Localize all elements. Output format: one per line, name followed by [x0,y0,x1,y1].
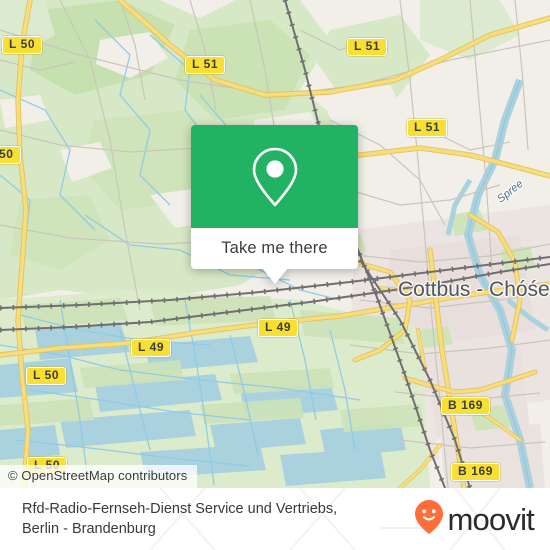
shield-l50-topleft: L 50 [2,36,43,54]
city-label-cottbus: Cottbus - Chóśeb [398,278,550,301]
shield-l51-top: L 51 [185,56,226,74]
shield-l49-left: L 49 [131,339,172,357]
popup-pointer-tail [261,268,288,284]
moovit-pin-smiley-icon [414,499,444,540]
venue-title: Rfd-Radio-Fernseh-Dienst Service und Ver… [22,499,337,539]
shield-l51-right: L 51 [407,119,448,137]
shield-b169-right: B 169 [441,397,491,415]
shield-l49-center: L 49 [258,319,299,337]
take-me-there-button[interactable]: Take me there [191,228,358,269]
screenshot-root: Cottbus - Chóśeb Spree L 50 50 L 51 L 51… [0,0,550,550]
shield-b169-bottom: B 169 [451,463,501,481]
map-pin-icon [247,143,303,211]
osm-attribution[interactable]: © OpenStreetMap contributors [0,465,198,488]
popup-header [191,125,358,228]
map-canvas[interactable]: Cottbus - Chóśeb Spree L 50 50 L 51 L 51… [0,0,550,488]
moovit-logo[interactable]: moovit [414,499,535,540]
shield-l51-topright: L 51 [347,38,388,56]
footer-bar: Rfd-Radio-Fernseh-Dienst Service und Ver… [0,488,550,550]
moovit-wordmark: moovit [447,501,534,537]
shield-l50-bottomleft: L 50 [26,367,67,385]
take-me-there-label: Take me there [221,239,328,257]
venue-title-line2: Berlin - Brandenburg [22,521,156,537]
venue-title-line1: Rfd-Radio-Fernseh-Dienst Service und Ver… [22,501,338,517]
shield-l50-left: 50 [0,146,21,164]
location-popup[interactable]: Take me there [191,125,358,284]
